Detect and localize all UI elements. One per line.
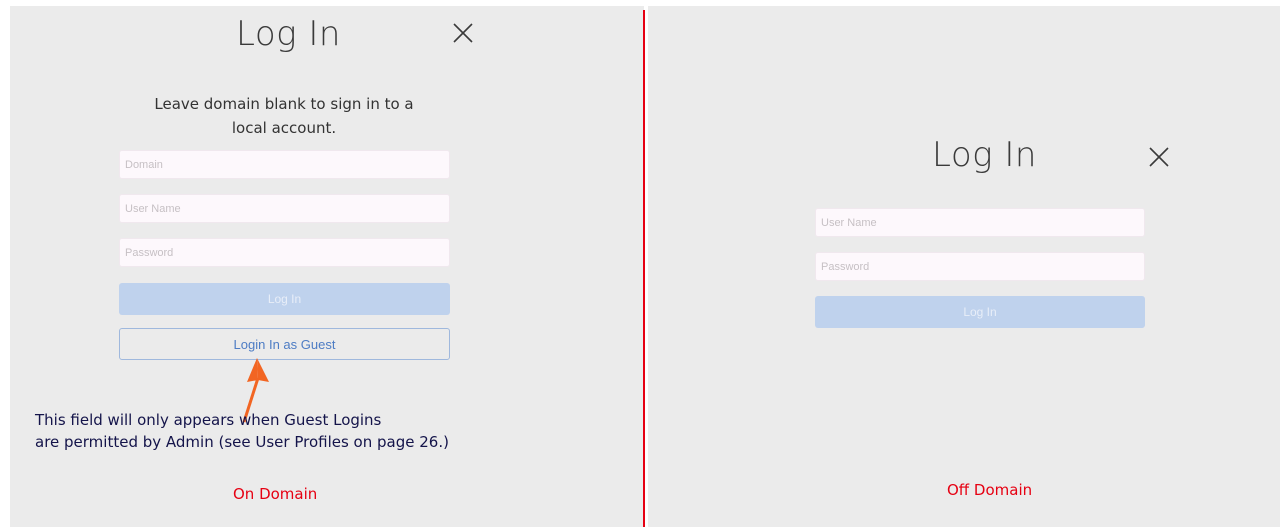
off-domain-login-button[interactable]: Log In [815, 296, 1145, 328]
off-domain-username-field[interactable] [815, 208, 1145, 237]
domain-field[interactable] [119, 150, 450, 179]
password-field[interactable] [119, 238, 450, 267]
on-domain-caption: On Domain [233, 485, 318, 503]
panel-divider [643, 10, 645, 527]
guest-login-note-line2: are permitted by Admin (see User Profile… [35, 433, 449, 451]
login-button[interactable]: Log In [119, 283, 450, 315]
off-domain-caption: Off Domain [947, 481, 1033, 499]
domain-hint: Leave domain blank to sign in to a local… [119, 92, 449, 140]
close-icon-glyph [1149, 147, 1169, 167]
on-domain-title: Log In [236, 14, 341, 54]
close-icon[interactable] [452, 22, 474, 44]
off-domain-title: Log In [932, 135, 1037, 175]
guest-login-note: This field will only appears when Guest … [35, 409, 449, 453]
guest-login-button[interactable]: Login In as Guest [119, 328, 450, 360]
close-icon-glyph [453, 23, 473, 43]
domain-hint-line2: local account. [231, 119, 337, 137]
close-icon[interactable] [1148, 146, 1170, 168]
guest-login-note-line1: This field will only appears when Guest … [35, 411, 382, 429]
off-domain-password-field[interactable] [815, 252, 1145, 281]
username-field[interactable] [119, 194, 450, 223]
domain-hint-line1: Leave domain blank to sign in to a [154, 95, 414, 113]
